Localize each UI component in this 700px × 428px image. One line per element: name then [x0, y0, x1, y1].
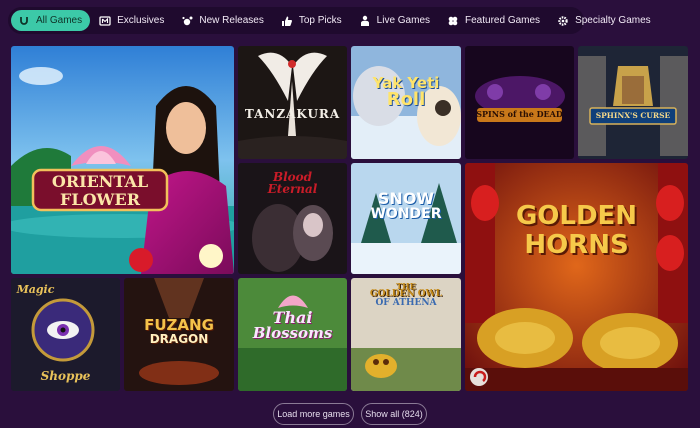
game-title: Thai Blossoms	[252, 308, 333, 342]
game-tile-fuzang-dragon[interactable]: FUZANG DRAGON	[124, 278, 234, 391]
game-title: Yak Yeti Roll	[372, 74, 440, 110]
game-title: THE GOLDEN OWL OF ATHENA	[369, 281, 443, 308]
game-title: Blood Eternal	[267, 170, 318, 196]
sparkle-icon	[181, 15, 193, 27]
game-tile-golden-owl-of-athena[interactable]: THE GOLDEN OWL OF ATHENA	[351, 278, 461, 391]
game-subtitle: Shoppe	[40, 369, 91, 383]
game-title: SNOW WONDER	[370, 189, 442, 222]
tab-label: Featured Games	[465, 15, 541, 26]
tab-live-games[interactable]: Live Games	[352, 10, 438, 31]
tab-top-picks[interactable]: Top Picks	[274, 10, 350, 31]
game-artwork	[465, 163, 688, 391]
game-artwork	[578, 46, 688, 159]
game-artwork	[238, 46, 347, 159]
game-tile-golden-horns[interactable]: GOLDEN HORNS	[465, 163, 688, 391]
tab-label: All Games	[36, 15, 83, 26]
horseshoe-icon	[18, 15, 30, 27]
tab-label: Exclusives	[117, 15, 165, 26]
game-title: ORIENTAL FLOWER	[51, 172, 149, 209]
game-tile-yak-yeti-roll[interactable]: Yak Yeti Roll	[351, 46, 461, 159]
game-title: SPINS of the DEAD	[476, 109, 563, 119]
game-tile-thai-blossoms[interactable]: Thai Blossoms	[238, 278, 347, 391]
tab-label: New Releases	[199, 15, 264, 26]
game-tile-blood-eternal[interactable]: Blood Eternal	[238, 163, 347, 274]
tab-label: Top Picks	[298, 15, 342, 26]
tab-label: Live Games	[376, 15, 431, 26]
thumbs-up-icon	[281, 15, 293, 27]
game-title: SPHINX'S CURSE	[595, 111, 671, 120]
tab-label: Specialty Games	[575, 15, 651, 26]
tab-featured-games[interactable]: Featured Games	[440, 10, 548, 31]
load-more-games-button[interactable]: Load more games	[273, 403, 354, 425]
game-title: TANZAKURA	[244, 107, 341, 121]
game-tile-spins-of-the-dead[interactable]: SPINS of the DEAD	[465, 46, 574, 159]
game-tile-magic-shoppe[interactable]: Magic Shoppe	[11, 278, 120, 391]
game-tile-oriental-flower[interactable]: ORIENTAL FLOWER	[11, 46, 234, 274]
game-tile-tanzakura[interactable]: TANZAKURA	[238, 46, 347, 159]
game-title: FUZANG DRAGON	[144, 316, 214, 346]
clover-icon	[447, 15, 459, 27]
tab-new-releases[interactable]: New Releases	[174, 10, 271, 31]
game-tile-snow-wonder[interactable]: SNOW WONDER	[351, 163, 461, 274]
tab-exclusives[interactable]: Exclusives	[92, 10, 172, 31]
tab-all-games[interactable]: All Games	[11, 10, 91, 31]
game-tile-sphinxs-curse[interactable]: SPHINX'S CURSE	[578, 46, 688, 159]
show-all-games-button[interactable]: Show all (824)	[361, 403, 427, 425]
game-title: GOLDEN HORNS	[515, 201, 638, 260]
game-category-tabs: All Games Exclusives New Releases Top Pi…	[8, 7, 651, 34]
game-artwork	[11, 46, 234, 274]
tab-specialty-games[interactable]: Specialty Games	[550, 10, 659, 31]
game-title: Magic	[16, 283, 55, 296]
dealer-icon	[359, 15, 371, 27]
gear-icon	[557, 15, 569, 27]
game-artwork	[465, 46, 574, 159]
exclusive-badge-icon	[99, 15, 111, 27]
